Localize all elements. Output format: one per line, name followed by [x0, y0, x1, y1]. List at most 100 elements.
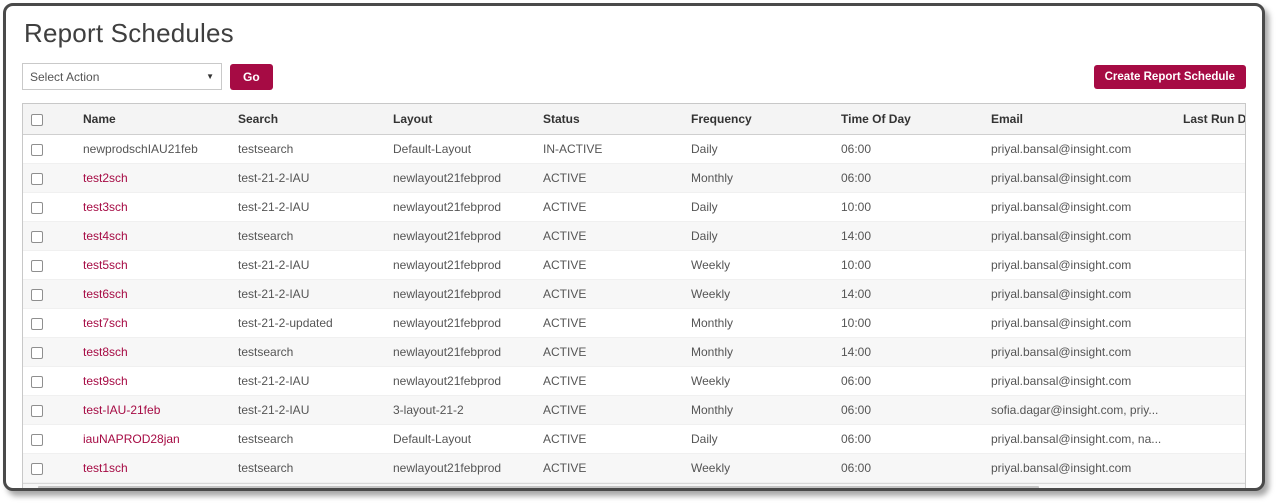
column-header: Time Of Day: [841, 112, 911, 126]
cell-email: priyal.bansal@insight.com: [991, 171, 1132, 185]
schedule-name-link[interactable]: test7sch: [83, 316, 128, 330]
table-row: test2sch test-21-2-IAU newlayout21febprod A…: [23, 163, 1245, 193]
cell-last-run-date: [1175, 338, 1245, 367]
row-checkbox[interactable]: [31, 143, 43, 156]
horizontal-scrollbar: ◄ ►: [23, 483, 1245, 491]
schedule-name-link[interactable]: test2sch: [83, 171, 128, 185]
cell-search: test-21-2-IAU: [238, 258, 310, 272]
row-checkbox-cell: [23, 280, 75, 309]
cell-frequency: Weekly: [691, 374, 731, 388]
schedule-name-link[interactable]: test6sch: [83, 287, 128, 301]
cell-email: priyal.bansal@insight.com: [991, 287, 1132, 301]
cell-frequency: Daily: [691, 142, 718, 156]
row-checkbox[interactable]: [31, 230, 43, 243]
cell-last-run-date: [1175, 164, 1245, 193]
cell-search: testsearch: [238, 432, 294, 446]
column-header: Layout: [393, 112, 433, 126]
table-row: test7sch test-21-2-updated newlayout21febp…: [23, 308, 1245, 338]
column-header: Search: [238, 112, 279, 126]
cell-last-run-date: [1175, 280, 1245, 309]
cell-layout: newlayout21febprod: [393, 171, 502, 185]
cell-frequency: Monthly: [691, 403, 734, 417]
column-header: Name: [83, 112, 116, 126]
schedule-name-link[interactable]: iauNAPROD28jan: [83, 432, 180, 446]
cell-status: ACTIVE: [543, 432, 587, 446]
cell-last-run-date: [1175, 309, 1245, 338]
cell-email: priyal.bansal@insight.com: [991, 316, 1132, 330]
row-checkbox-cell: [23, 396, 75, 425]
row-checkbox[interactable]: [31, 317, 43, 330]
row-checkbox-cell: [23, 164, 75, 193]
schedule-name-link[interactable]: test3sch: [83, 200, 128, 214]
scrollbar-thumb[interactable]: [38, 485, 1040, 488]
row-checkbox[interactable]: [31, 404, 43, 417]
cell-last-run-date: [1175, 396, 1245, 425]
action-select[interactable]: Select Action ▼: [22, 63, 222, 90]
action-select-value: Select Action: [30, 69, 100, 84]
cell-frequency: Weekly: [691, 287, 731, 301]
column-header: Frequency: [691, 112, 752, 126]
row-checkbox[interactable]: [31, 346, 43, 359]
row-checkbox[interactable]: [31, 375, 43, 388]
cell-frequency: Weekly: [691, 461, 731, 475]
row-checkbox[interactable]: [31, 288, 43, 301]
cell-last-run-date: [1175, 222, 1245, 251]
column-header: Status: [543, 112, 580, 126]
cell-email: priyal.bansal@insight.com, na...: [991, 432, 1162, 446]
schedule-name-link[interactable]: test8sch: [83, 345, 128, 359]
cell-time-of-day: 06:00: [841, 461, 872, 475]
cell-layout: Default-Layout: [393, 432, 472, 446]
cell-frequency: Daily: [691, 229, 718, 243]
cell-frequency: Monthly: [691, 316, 734, 330]
schedule-name-link[interactable]: test1sch: [83, 461, 128, 475]
cell-last-run-date: [1175, 425, 1245, 454]
select-all-checkbox[interactable]: [31, 113, 43, 126]
row-checkbox-cell: [23, 193, 75, 222]
cell-name: iauNAPROD28jan: [75, 425, 230, 454]
table-row: test-IAU-21feb test-21-2-IAU 3-layout-21-2…: [23, 395, 1245, 425]
cell-frequency: Monthly: [691, 171, 734, 185]
cell-time-of-day: 14:00: [841, 229, 872, 243]
report-schedules-page: Report Schedules Select Action ▼ Go Crea…: [3, 3, 1265, 491]
row-checkbox[interactable]: [31, 259, 43, 272]
row-checkbox[interactable]: [31, 462, 43, 475]
row-checkbox[interactable]: [31, 201, 43, 214]
scroll-left-icon[interactable]: ◄: [23, 488, 38, 491]
table-row: test4sch testsearch newlayout21febprod ACTI…: [23, 221, 1245, 251]
cell-status: ACTIVE: [543, 461, 587, 475]
cell-frequency: Monthly: [691, 345, 734, 359]
cell-frequency: Daily: [691, 432, 718, 446]
cell-search: test-21-2-IAU: [238, 287, 310, 301]
row-checkbox[interactable]: [31, 433, 43, 446]
schedule-name-link[interactable]: test5sch: [83, 258, 128, 272]
scroll-right-icon[interactable]: ►: [1230, 488, 1245, 491]
column-header: Last Run Date: [1183, 112, 1245, 126]
cell-email: priyal.bansal@insight.com: [991, 258, 1132, 272]
create-report-schedule-button[interactable]: Create Report Schedule: [1093, 64, 1246, 89]
cell-name: test4sch: [75, 222, 230, 251]
table-row: test5sch test-21-2-IAU newlayout21febprod A…: [23, 250, 1245, 280]
cell-status: ACTIVE: [543, 374, 587, 388]
cell-time-of-day: 14:00: [841, 345, 872, 359]
cell-last-run-date: [1175, 367, 1245, 396]
row-checkbox-cell: [23, 367, 75, 396]
schedule-name-link[interactable]: test-IAU-21feb: [83, 403, 160, 417]
cell-name: newprodschIAU21feb: [83, 142, 198, 156]
cell-email: priyal.bansal@insight.com: [991, 200, 1132, 214]
table-row: newprodschIAU21feb testsearch Default-Layo…: [23, 134, 1245, 164]
schedule-name-link[interactable]: test9sch: [83, 374, 128, 388]
cell-email: priyal.bansal@insight.com: [991, 142, 1132, 156]
cell-name: test5sch: [75, 251, 230, 280]
cell-search: testsearch: [238, 142, 294, 156]
cell-layout: newlayout21febprod: [393, 316, 502, 330]
cell-email: priyal.bansal@insight.com: [991, 345, 1132, 359]
table-row: test9sch test-21-2-IAU newlayout21febprod A…: [23, 366, 1245, 396]
row-checkbox-cell: [23, 222, 75, 251]
go-button[interactable]: Go: [230, 63, 273, 90]
schedule-name-link[interactable]: test4sch: [83, 229, 128, 243]
cell-name: test6sch: [75, 280, 230, 309]
scrollbar-track[interactable]: [38, 485, 1230, 488]
row-checkbox[interactable]: [31, 172, 43, 185]
cell-name: test7sch: [75, 309, 230, 338]
cell-time-of-day: 06:00: [841, 432, 872, 446]
